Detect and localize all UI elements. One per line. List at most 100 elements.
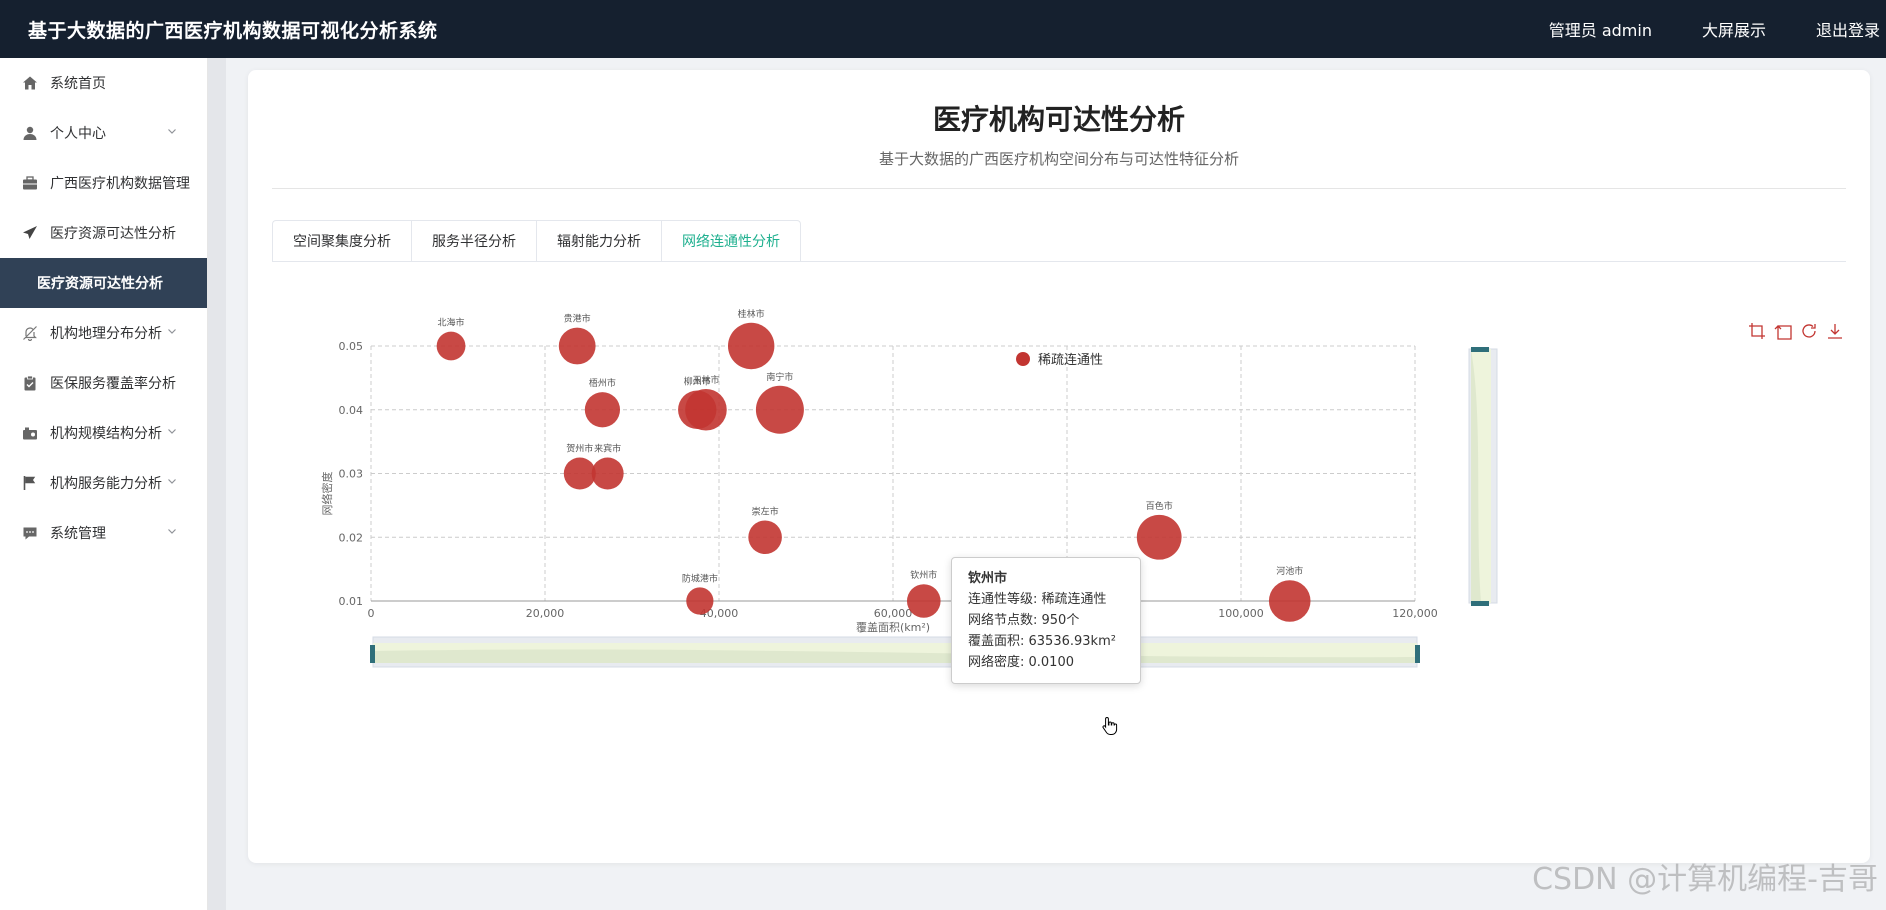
sidebar-item[interactable]: 机构服务能力分析	[0, 458, 207, 508]
data-point[interactable]	[1136, 514, 1182, 560]
x-axis-label: 覆盖面积(km²)	[856, 620, 930, 634]
sidebar-item[interactable]: 个人中心	[0, 108, 207, 158]
top-bar: 基于大数据的广西医疗机构数据可视化分析系统 管理员 admin 大屏展示 退出登…	[0, 0, 1886, 58]
x-tick-label: 60,000	[874, 607, 913, 620]
download-icon[interactable]	[1826, 322, 1844, 340]
hand-cursor-icon	[1102, 716, 1118, 735]
bell-off-icon	[22, 325, 38, 341]
sidebar-item-label: 机构服务能力分析	[50, 476, 162, 492]
y-datazoom-handle-top[interactable]	[1471, 347, 1489, 352]
point-label: 南宁市	[766, 371, 793, 383]
point-label: 崇左市	[752, 505, 779, 517]
zoom-area-icon[interactable]	[1748, 322, 1766, 340]
point-label: 河池市	[1276, 565, 1303, 577]
watermark: CSDN @计算机编程-吉哥	[1532, 862, 1878, 897]
tooltip-line: 网络密度: 0.0100	[968, 655, 1074, 670]
legend-label: 稀疏连通性	[1038, 353, 1104, 368]
tooltip-line: 连通性等级: 稀疏连通性	[968, 592, 1107, 607]
y-tick-label: 0.02	[339, 531, 364, 544]
data-point[interactable]	[436, 331, 466, 361]
tooltip-line: 网络节点数: 950个	[968, 613, 1080, 628]
sidebar-item[interactable]: 医保服务覆盖率分析	[0, 358, 207, 408]
chart-legend[interactable]: 稀疏连通性	[1016, 349, 1103, 368]
point-label: 百色市	[1146, 500, 1173, 512]
data-point[interactable]	[685, 388, 727, 431]
user-icon	[22, 125, 38, 141]
point-label: 贺州市	[566, 443, 593, 455]
user-menu[interactable]: 管理员 admin	[1549, 17, 1652, 41]
chart-tooltip: 钦州市 连通性等级: 稀疏连通性 网络节点数: 950个 覆盖面积: 63536…	[951, 557, 1141, 684]
home-icon	[22, 75, 38, 91]
x-tick-label: 120,000	[1392, 607, 1438, 620]
x-tick-label: 0	[368, 607, 375, 620]
point-label: 钦州市	[910, 569, 937, 581]
tooltip-title: 钦州市	[968, 571, 1008, 586]
scatter-chart: 020,00040,00060,00080,000100,000120,0000…	[248, 70, 1870, 863]
point-label: 来宾市	[594, 443, 621, 455]
sidebar-item[interactable]: 系统首页	[0, 58, 207, 108]
sidebar-item[interactable]: 机构规模结构分析	[0, 408, 207, 458]
x-tick-label: 100,000	[1218, 607, 1264, 620]
sidebar-item-label: 医疗资源可达性分析	[37, 276, 163, 292]
sidebar-item-label: 广西医疗机构数据管理	[50, 176, 190, 192]
data-point[interactable]	[755, 385, 804, 434]
point-label: 防城港市	[682, 572, 718, 584]
point-label: 北海市	[438, 317, 465, 329]
sidebar-item-label: 系统管理	[50, 526, 106, 542]
y-tick-label: 0.04	[339, 404, 364, 417]
sidebar-item[interactable]: 医疗资源可达性分析	[0, 258, 207, 308]
x-datazoom-handle-right[interactable]	[1415, 645, 1420, 663]
data-point[interactable]	[584, 392, 621, 428]
y-tick-label: 0.05	[339, 340, 364, 353]
x-datazoom-handle-left[interactable]	[370, 645, 375, 663]
data-point[interactable]	[748, 520, 782, 555]
sidebar-scroll-gutter	[208, 58, 226, 910]
header-actions: 管理员 admin 大屏展示 退出登录	[1549, 17, 1880, 41]
sidebar-item[interactable]: 机构地理分布分析	[0, 308, 207, 358]
restore-icon[interactable]	[1800, 322, 1818, 340]
zoom-reset-icon[interactable]	[1774, 322, 1792, 340]
send-icon	[22, 225, 38, 241]
content-card: 医疗机构可达性分析 基于大数据的广西医疗机构空间分布与可达性特征分析 空间聚集度…	[248, 70, 1870, 863]
chat-icon	[22, 525, 38, 541]
data-point[interactable]	[1268, 580, 1311, 622]
data-point[interactable]	[558, 327, 596, 365]
x-tick-label: 20,000	[526, 607, 565, 620]
sidebar-item-label: 医疗资源可达性分析	[50, 226, 176, 242]
point-label: 贵港市	[564, 313, 591, 325]
sidebar-item[interactable]: 广西医疗机构数据管理	[0, 158, 207, 208]
chevron-down-icon	[168, 479, 176, 484]
chevron-down-icon	[168, 329, 176, 334]
y-datazoom-handle-bottom[interactable]	[1471, 601, 1489, 606]
data-point[interactable]	[686, 587, 714, 615]
sidebar-item-label: 个人中心	[50, 126, 106, 142]
chart-toolbox	[1748, 322, 1844, 340]
chart-canvas: 020,00040,00060,00080,000100,000120,0000…	[320, 308, 1498, 668]
sidebar: 系统首页 个人中心 广西医疗机构数据管理 医疗资源可达性分析 医疗资源可达性分析 机构地理…	[0, 58, 208, 910]
y-tick-label: 0.01	[339, 595, 364, 608]
sidebar-item-label: 系统首页	[50, 76, 106, 92]
data-point[interactable]	[727, 322, 775, 370]
tooltip-line: 覆盖面积: 63536.93km²	[968, 634, 1116, 649]
big-screen-link[interactable]: 大屏展示	[1702, 17, 1766, 41]
legend-dot	[1016, 351, 1030, 366]
sidebar-item-label: 机构规模结构分析	[50, 426, 162, 442]
data-point[interactable]	[591, 457, 624, 490]
y-axis-label: 网络密度	[320, 472, 334, 516]
logout-link[interactable]: 退出登录	[1816, 17, 1880, 41]
data-point[interactable]	[563, 457, 596, 490]
chevron-down-icon	[168, 529, 176, 534]
point-label: 玉林市	[692, 374, 719, 386]
sidebar-item-label: 医保服务覆盖率分析	[50, 376, 176, 392]
data-point[interactable]	[906, 584, 941, 618]
sidebar-item[interactable]: 系统管理	[0, 508, 207, 558]
clipboard-icon	[22, 375, 38, 391]
chevron-down-icon	[168, 129, 176, 134]
y-tick-label: 0.03	[339, 468, 364, 481]
point-label: 桂林市	[738, 308, 765, 320]
sidebar-item-label: 机构地理分布分析	[50, 326, 162, 342]
sidebar-item[interactable]: 医疗资源可达性分析	[0, 208, 207, 258]
chevron-down-icon	[168, 429, 176, 434]
flag-icon	[22, 475, 38, 491]
briefcase-icon	[22, 175, 38, 191]
